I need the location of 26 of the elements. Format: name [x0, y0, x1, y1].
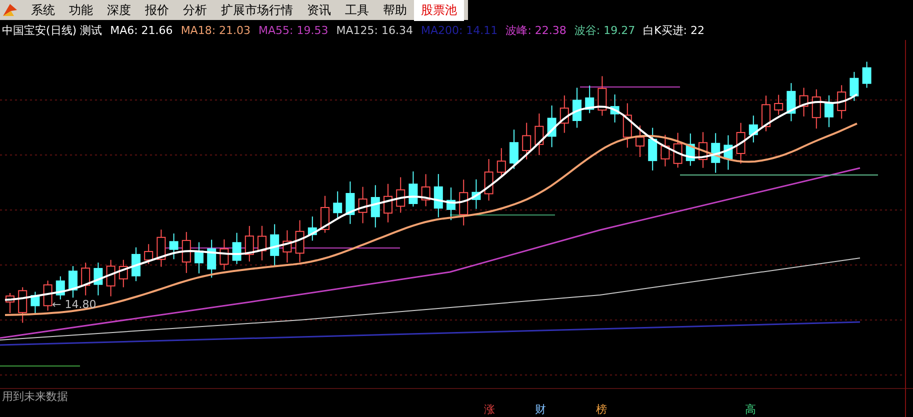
menu-item[interactable]: 工具 [338, 0, 376, 20]
menu-item[interactable]: 系统 [24, 0, 62, 20]
menu-item[interactable]: 扩展市场行情 [214, 0, 300, 20]
menu-item[interactable]: 功能 [62, 0, 100, 20]
indicator-label: MA55: 19.53 [258, 24, 328, 36]
indicator-label: 白K买进: 22 [643, 22, 705, 38]
price-label: ← 14.80 [52, 298, 96, 311]
menu-item[interactable]: 帮助 [376, 0, 414, 20]
menu-item[interactable]: 资讯 [300, 0, 338, 20]
menu-item[interactable]: 股票池 [414, 0, 464, 20]
signal-marker: 榜 [596, 402, 607, 417]
signal-marker: 财 [535, 402, 546, 417]
signal-marker: 高 [745, 402, 756, 417]
warning-text: 用到未来数据 [2, 389, 68, 404]
indicator-label: MA125: 16.34 [336, 24, 413, 36]
indicator-label: 中国宝安(日线) 测试 [2, 22, 102, 38]
app-logo-icon [2, 2, 18, 18]
indicator-label: MA200: 14.11 [420, 24, 498, 36]
indicator-label: 波谷: 19.27 [574, 22, 636, 38]
indicator-label: MA6: 21.66 [110, 24, 173, 36]
indicator-label: 波峰: 22.38 [506, 22, 566, 38]
menu-item[interactable]: 报价 [138, 0, 176, 20]
signal-marker: 涨 [484, 402, 495, 417]
menu-item[interactable]: 分析 [176, 0, 214, 20]
menu-item[interactable]: 深度 [100, 0, 138, 20]
indicator-label: MA18: 21.03 [180, 24, 251, 36]
